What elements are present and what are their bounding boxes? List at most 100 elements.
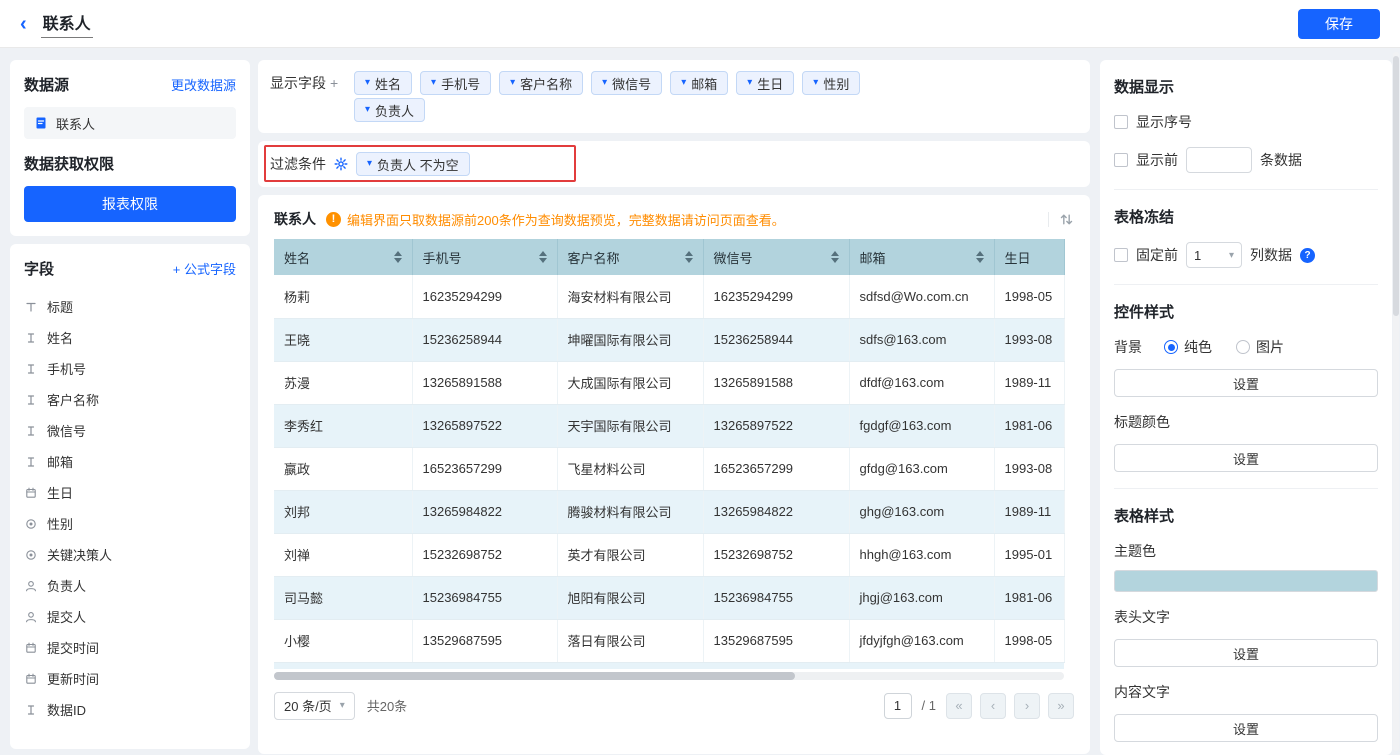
freeze-prefix-label: 固定前 bbox=[1136, 247, 1178, 263]
sort-arrows-icon[interactable] bbox=[393, 251, 402, 263]
left-panel: 数据源 更改数据源 联系人 数据获取权限 报表权限 字段 + 公式字段 标题 姓… bbox=[10, 60, 250, 749]
field-item-update-time[interactable]: 更新时间 bbox=[24, 663, 236, 694]
save-button[interactable]: 保存 bbox=[1298, 8, 1380, 39]
prev-page-icon[interactable]: ‹ bbox=[980, 692, 1006, 719]
sort-arrows-icon[interactable] bbox=[538, 251, 547, 263]
sort-arrows-icon[interactable] bbox=[684, 251, 693, 263]
field-chip-wechat[interactable]: ▾ 微信号 bbox=[591, 71, 663, 95]
chevron-down-icon: ▾ bbox=[339, 700, 345, 711]
image-radio[interactable] bbox=[1236, 340, 1250, 354]
formula-field-link[interactable]: + 公式字段 bbox=[173, 259, 236, 278]
field-item-phone[interactable]: 手机号 bbox=[24, 353, 236, 384]
field-label: 负责人 bbox=[47, 579, 87, 594]
sort-arrows-icon[interactable] bbox=[975, 251, 984, 263]
text-field-icon bbox=[24, 704, 38, 716]
field-item-title[interactable]: 标题 bbox=[24, 291, 236, 322]
column-header[interactable]: 生日 bbox=[994, 239, 1065, 275]
solid-color-radio[interactable] bbox=[1164, 340, 1178, 354]
warning-icon: ! bbox=[326, 211, 341, 227]
title-color-set-button[interactable]: 设置 bbox=[1114, 444, 1378, 472]
column-header[interactable]: 邮箱 bbox=[849, 239, 995, 275]
gear-icon[interactable] bbox=[334, 157, 348, 171]
row-count-input[interactable] bbox=[1186, 147, 1252, 173]
table-row: 李秀红 13265897522 天宇国际有限公司 13265897522 fgdgf@1… bbox=[274, 404, 1065, 448]
chip-caret-icon: ▾ bbox=[681, 77, 687, 88]
chip-caret-icon: ▾ bbox=[367, 158, 373, 169]
show-first-checkbox[interactable] bbox=[1114, 153, 1128, 167]
datasource-heading: 数据源 bbox=[24, 77, 70, 94]
background-set-button[interactable]: 设置 bbox=[1114, 369, 1378, 397]
back-icon[interactable]: ‹ bbox=[20, 14, 27, 34]
text-field-icon bbox=[24, 425, 38, 437]
field-item-email[interactable]: 邮箱 bbox=[24, 446, 236, 477]
field-item-data-id[interactable]: 数据ID bbox=[24, 694, 236, 725]
field-item-wechat[interactable]: 微信号 bbox=[24, 415, 236, 446]
current-page-input[interactable]: 1 bbox=[883, 692, 912, 719]
field-chip-customer[interactable]: ▾ 客户名称 bbox=[499, 71, 584, 95]
text-field-icon bbox=[24, 394, 38, 406]
window-scrollbar[interactable] bbox=[1393, 52, 1399, 751]
table-row: 杨莉 16235294299 海安材料有限公司 16235294299 sdfsd@Wo… bbox=[274, 275, 1065, 319]
radio-field-icon bbox=[24, 518, 38, 530]
field-item-decision-maker[interactable]: 关键决策人 bbox=[24, 539, 236, 570]
field-item-submitter[interactable]: 提交人 bbox=[24, 601, 236, 632]
field-chip-birthday[interactable]: ▾ 生日 bbox=[736, 71, 795, 95]
scrollbar-thumb[interactable] bbox=[274, 671, 796, 680]
page-title[interactable]: 联系人 bbox=[40, 10, 93, 38]
sort-arrows-icon[interactable] bbox=[830, 251, 839, 263]
field-item-name[interactable]: 姓名 bbox=[24, 322, 236, 353]
theme-color-swatch[interactable] bbox=[1114, 570, 1378, 592]
show-index-label: 显示序号 bbox=[1136, 114, 1192, 130]
table-row: 嬴政 16523657299 飞星材料公司 16523657299 gfdg@163.c… bbox=[274, 447, 1065, 491]
table-row: 刘禅 15232698752 英才有限公司 15232698752 hhgh@163.c… bbox=[274, 533, 1065, 577]
sort-order-icon[interactable] bbox=[1048, 211, 1074, 227]
chip-caret-icon: ▾ bbox=[510, 77, 516, 88]
show-index-checkbox[interactable] bbox=[1114, 115, 1128, 129]
field-chip-email[interactable]: ▾ 邮箱 bbox=[670, 71, 729, 95]
field-label: 更新时间 bbox=[47, 672, 100, 687]
table-row: 司马懿 15236984755 旭阳有限公司 15236984755 jhgj@163.… bbox=[274, 576, 1065, 620]
field-item-customer[interactable]: 客户名称 bbox=[24, 384, 236, 415]
preview-card: 联系人 ! 编辑界面只取数据源前200条作为查询数据预览，完整数据请访问页面查看… bbox=[258, 195, 1090, 754]
center-panel: 显示字段 + ▾ 姓名 ▾ 手机号 ▾ 客户名称 ▾ 微信号 ▾ 邮箱 ▾ 生日 ▾ 性别 ▾ 负… bbox=[258, 60, 1090, 754]
field-chip-name[interactable]: ▾ 姓名 bbox=[354, 71, 413, 95]
report-permission-button[interactable]: 报表权限 bbox=[24, 186, 236, 222]
data-display-heading: 数据显示 bbox=[1114, 79, 1175, 96]
table-freeze-section: 表格冻结 固定前 1 ▾ 列数据 ? bbox=[1114, 206, 1378, 285]
column-header[interactable]: 客户名称 bbox=[557, 239, 704, 275]
add-field-icon[interactable]: + bbox=[330, 75, 338, 91]
first-page-icon[interactable]: « bbox=[946, 692, 972, 719]
scrollbar-thumb[interactable] bbox=[1393, 56, 1399, 316]
date-field-icon bbox=[24, 487, 38, 499]
field-label: 微信号 bbox=[47, 424, 87, 439]
table-freeze-heading: 表格冻结 bbox=[1114, 209, 1175, 226]
solid-color-label: 纯色 bbox=[1184, 339, 1212, 355]
help-icon[interactable]: ? bbox=[1300, 247, 1315, 263]
column-header[interactable]: 姓名 bbox=[274, 239, 413, 275]
horizontal-scrollbar[interactable] bbox=[274, 671, 1064, 680]
freeze-columns-checkbox[interactable] bbox=[1114, 248, 1128, 262]
show-first-suffix: 条数据 bbox=[1260, 152, 1302, 168]
field-item-submit-time[interactable]: 提交时间 bbox=[24, 632, 236, 663]
header-text-set-button[interactable]: 设置 bbox=[1114, 639, 1378, 667]
content-text-set-button[interactable]: 设置 bbox=[1114, 714, 1378, 742]
last-page-icon[interactable]: » bbox=[1048, 692, 1074, 719]
datasource-item[interactable]: 联系人 bbox=[24, 107, 236, 139]
image-label: 图片 bbox=[1256, 339, 1284, 355]
chip-caret-icon: ▾ bbox=[602, 77, 608, 88]
field-chip-owner[interactable]: ▾ 负责人 bbox=[354, 98, 426, 122]
filter-chip[interactable]: ▾ 负责人 不为空 bbox=[356, 152, 470, 176]
freeze-count-select[interactable]: 1 ▾ bbox=[1186, 242, 1242, 268]
field-chip-gender[interactable]: ▾ 性别 bbox=[802, 71, 861, 95]
page-size-select[interactable]: 20 条/页 ▾ bbox=[274, 691, 355, 720]
field-item-birthday[interactable]: 生日 bbox=[24, 477, 236, 508]
fields-card: 字段 + 公式字段 标题 姓名 手机号 客户名称 微信号 邮箱 生日 性别 关键… bbox=[10, 244, 250, 749]
column-header[interactable]: 微信号 bbox=[703, 239, 850, 275]
field-chip-phone[interactable]: ▾ 手机号 bbox=[420, 71, 492, 95]
column-header[interactable]: 手机号 bbox=[412, 239, 558, 275]
next-page-icon[interactable]: › bbox=[1014, 692, 1040, 719]
field-item-gender[interactable]: 性别 bbox=[24, 508, 236, 539]
field-item-owner[interactable]: 负责人 bbox=[24, 570, 236, 601]
change-datasource-link[interactable]: 更改数据源 bbox=[171, 75, 236, 94]
total-count: 共20条 bbox=[366, 699, 408, 714]
